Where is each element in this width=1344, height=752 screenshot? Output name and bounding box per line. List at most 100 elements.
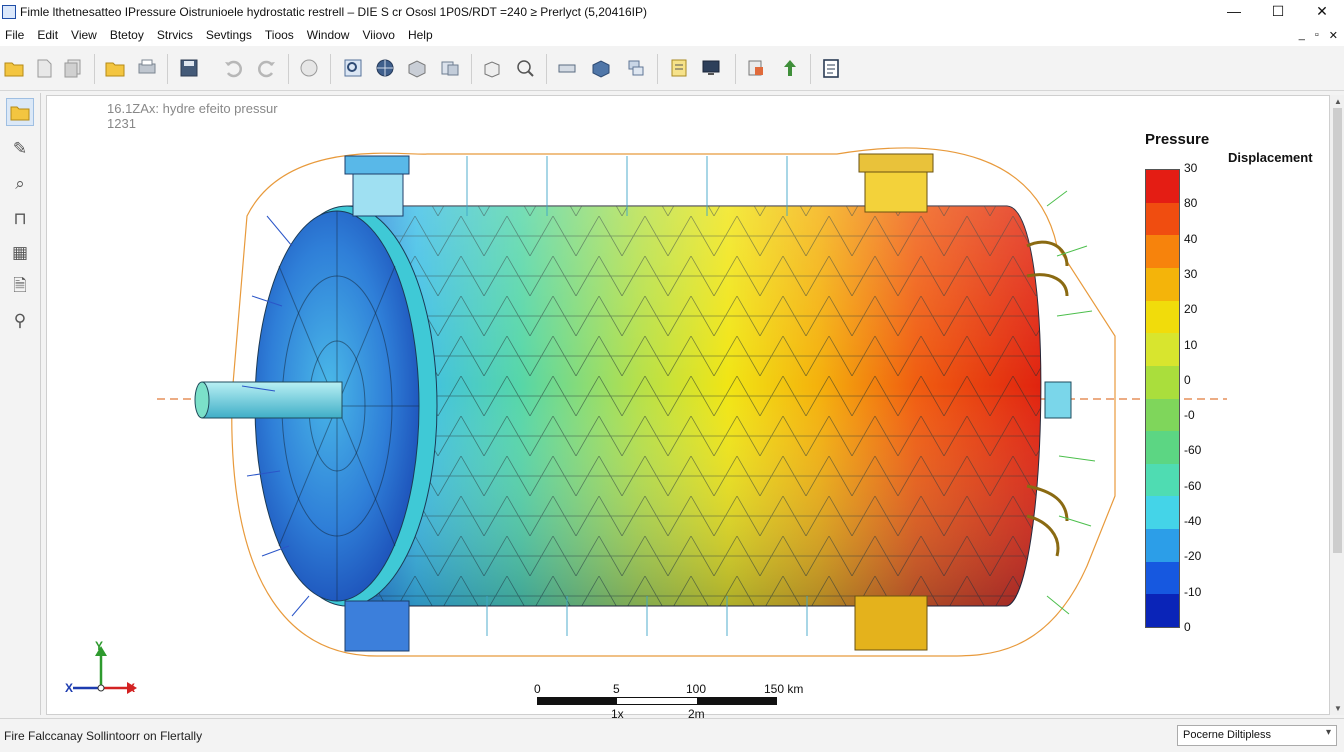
model-viewport[interactable]: 16.1ZAx: hydre efeito pressur 1231 Y X X xyxy=(46,95,1330,715)
menu-view[interactable]: View xyxy=(66,28,105,42)
measure-icon[interactable] xyxy=(556,57,578,79)
zoom-search-tool[interactable]: ⌕ xyxy=(6,170,34,198)
result-subtitle: 1231 xyxy=(107,116,136,131)
toolbar-separator xyxy=(735,54,736,84)
scale-label: 0 xyxy=(534,682,541,696)
export-doc-icon[interactable] xyxy=(745,57,767,79)
package-icon[interactable] xyxy=(590,57,612,79)
clamp-tool[interactable]: ⊓ xyxy=(6,205,34,233)
toolbar-separator xyxy=(546,54,547,84)
legend-tick-label: 80 xyxy=(1184,196,1198,211)
menu-edit[interactable]: Edit xyxy=(32,28,66,42)
menu-tioos[interactable]: Tioos xyxy=(260,28,302,42)
copy-pages-icon[interactable] xyxy=(62,57,84,79)
save-disk-icon[interactable] xyxy=(178,57,200,79)
legend-tick-label: -40 xyxy=(1184,514,1202,529)
window-layers-icon[interactable] xyxy=(439,57,461,79)
title-bar: Fimle lthetnesatteo IPressure Oistrunioe… xyxy=(0,0,1344,24)
legend-color-band xyxy=(1146,365,1179,399)
legend-color-band xyxy=(1146,202,1179,236)
scale-label: 100 xyxy=(686,682,707,696)
app-icon xyxy=(2,5,16,19)
legend-tick-label: -0 xyxy=(1184,408,1195,423)
result-type-select[interactable]: Pocerne Diltipless ▾ xyxy=(1177,725,1337,746)
scale-label: 150 km xyxy=(764,682,804,696)
menu-file[interactable]: File xyxy=(0,28,32,42)
box-3d-icon[interactable] xyxy=(481,57,503,79)
fit-view-icon[interactable] xyxy=(298,57,320,79)
open-file-tool[interactable] xyxy=(6,98,34,126)
window-title: Fimle lthetnesatteo IPressure Oistrunioe… xyxy=(20,5,647,19)
fea-model-render xyxy=(73,147,1227,694)
menu-strvics[interactable]: Strvics xyxy=(152,28,201,42)
left-tool-strip: ✎ ⌕ ⊓ ▦ 🗎 ⚲ xyxy=(0,93,41,715)
new-file-icon[interactable] xyxy=(33,57,55,79)
maximize-button[interactable]: ☐ xyxy=(1256,0,1300,24)
redo-icon[interactable] xyxy=(256,57,278,79)
legend-color-band xyxy=(1146,594,1179,628)
menu-sevtings[interactable]: Sevtings xyxy=(201,28,260,42)
legend-color-band xyxy=(1146,431,1179,465)
doc-close-button[interactable]: ✕ xyxy=(1329,29,1338,42)
legend-tick-label: -20 xyxy=(1184,549,1202,564)
legend-tick-label: 0 xyxy=(1184,372,1191,387)
scroll-down-icon[interactable]: ▼ xyxy=(1334,704,1342,713)
toolbar-separator xyxy=(810,54,811,84)
toolbar-separator xyxy=(288,54,289,84)
minimize-button[interactable]: — xyxy=(1212,0,1256,24)
scroll-up-icon[interactable]: ▲ xyxy=(1334,97,1342,106)
legend-color-band xyxy=(1146,529,1179,563)
menu-window[interactable]: Window xyxy=(302,28,358,42)
node-select-icon: ⚲ xyxy=(13,311,27,330)
checklist-icon[interactable] xyxy=(668,57,690,79)
result-title: 16.1ZAx: hydre efeito pressur xyxy=(107,101,278,116)
legend-tick-label: 20 xyxy=(1184,302,1198,317)
stack-layers-icon[interactable] xyxy=(625,57,647,79)
menu-viiovo[interactable]: Viiovo xyxy=(357,28,402,42)
color-legend-bar xyxy=(1145,169,1180,628)
legend-tick-label: 30 xyxy=(1184,266,1198,281)
y-axis-label: Y xyxy=(95,639,104,653)
pencil-edit-tool[interactable]: ✎ xyxy=(6,135,34,163)
zoom-region-icon[interactable] xyxy=(342,57,364,79)
document-search-tool[interactable]: 🗎 xyxy=(6,273,34,301)
toolbar-separator xyxy=(94,54,95,84)
doc-minimize-button[interactable]: _ xyxy=(1299,29,1305,41)
report-icon[interactable] xyxy=(820,57,842,79)
globe-icon[interactable] xyxy=(374,57,396,79)
scale-label: 5 xyxy=(613,682,620,696)
monitor-icon[interactable] xyxy=(700,57,722,79)
cube-shaded-icon[interactable] xyxy=(406,57,428,79)
legend-tick-label: -60 xyxy=(1184,478,1202,493)
mesh-grid-tool[interactable]: ▦ xyxy=(6,239,34,267)
chevron-down-icon: ▾ xyxy=(1325,727,1331,738)
scrollbar-thumb[interactable] xyxy=(1333,108,1342,553)
legend-color-band xyxy=(1146,463,1179,497)
pencil-icon: ✎ xyxy=(12,139,28,158)
x-axis-label-positive: X xyxy=(127,681,136,695)
legend-color-band xyxy=(1146,170,1179,204)
legend-tick-label: 30 xyxy=(1184,161,1198,175)
print-preview-icon[interactable] xyxy=(136,57,158,79)
doc-restore-button[interactable]: ▫ xyxy=(1315,29,1319,41)
menu-bar: File Edit View Btetoy Strvics Sevtings T… xyxy=(0,24,1344,46)
clamp-icon: ⊓ xyxy=(13,209,27,228)
menu-btetoy[interactable]: Btetoy xyxy=(105,28,152,42)
toolbar-separator xyxy=(657,54,658,84)
close-button[interactable]: ✕ xyxy=(1300,0,1344,24)
window-controls: — ☐ ✕ xyxy=(1212,0,1344,24)
toolbar-separator xyxy=(330,54,331,84)
open-folder-icon[interactable] xyxy=(3,57,25,79)
undo-icon[interactable] xyxy=(222,57,244,79)
toolbar-separator xyxy=(471,54,472,84)
main-toolbar xyxy=(0,48,1344,91)
upload-arrow-icon[interactable] xyxy=(779,57,801,79)
zoom-settings-icon[interactable] xyxy=(514,57,536,79)
document-window-controls: _ ▫ ✕ xyxy=(1299,24,1344,46)
menu-help[interactable]: Help xyxy=(403,28,441,42)
folder-icon[interactable] xyxy=(104,57,126,79)
legend-color-band xyxy=(1146,561,1179,595)
node-select-tool[interactable]: ⚲ xyxy=(6,307,34,335)
legend-color-band xyxy=(1146,333,1179,367)
scale-bar-graphic xyxy=(537,697,777,705)
